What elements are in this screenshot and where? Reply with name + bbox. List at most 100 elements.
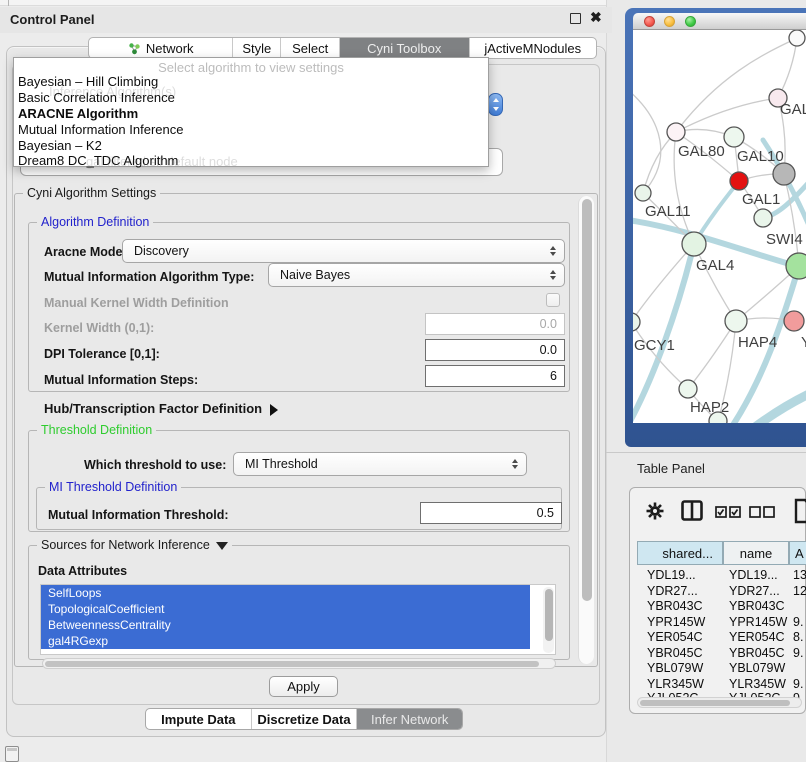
which-threshold-combo[interactable]: MI Threshold — [233, 452, 527, 476]
sources-toggle[interactable]: Sources for Network Inference — [37, 538, 232, 552]
select-all-checkboxes-icon[interactable] — [715, 506, 741, 518]
table-row[interactable]: YER054CYER054C8. — [638, 629, 806, 645]
dropdown-item-aracne[interactable]: ARACNE Algorithm — [18, 106, 138, 121]
network-node[interactable] — [789, 30, 805, 46]
network-node[interactable] — [786, 253, 806, 279]
table-row[interactable]: YBR045CYBR045C9. — [638, 645, 806, 661]
list-horizontal-scrollbar[interactable] — [42, 658, 556, 669]
node-label: GAL — [780, 101, 806, 118]
network-window-titlebar[interactable] — [633, 13, 806, 30]
gear-icon[interactable] — [646, 502, 664, 520]
tab-network[interactable]: Network — [89, 38, 233, 58]
tab-cyni-toolbox[interactable]: Cyni Toolbox — [340, 38, 469, 58]
cell: YER054C — [729, 630, 785, 644]
dropdown-item[interactable]: Bayesian – K2 — [18, 138, 102, 153]
table-row[interactable]: YDL19...YDL19...13 — [638, 567, 806, 583]
column-header-label: A — [795, 546, 804, 561]
columns-icon[interactable] — [681, 500, 703, 521]
close-icon[interactable]: ✖ — [590, 9, 602, 26]
which-threshold-label: Which threshold to use: — [84, 458, 226, 472]
table-row[interactable]: YLR345WYLR345W9. — [638, 676, 806, 692]
aracne-mode-combo[interactable]: Discovery — [122, 239, 565, 263]
tab-style[interactable]: Style — [233, 38, 281, 58]
mi-steps-field[interactable]: 6 — [425, 365, 565, 387]
network-node[interactable] — [784, 311, 804, 331]
screen: Control Panel ✖ Network Style Select Cyn… — [0, 0, 806, 762]
kernel-width-field[interactable]: 0.0 — [425, 313, 565, 335]
network-canvas[interactable]: GALGAL80GAL10GAL1GAL11SWI4GAL4HAP4YGCY1H… — [633, 30, 806, 423]
network-node[interactable] — [667, 123, 685, 141]
document-icon[interactable] — [794, 498, 806, 524]
list-item[interactable]: gal4RGexp — [41, 633, 530, 649]
expand-arrow-icon[interactable] — [270, 404, 278, 416]
cell: YPR145W — [729, 615, 787, 629]
table-row[interactable]: YPR145WYPR145W9. — [638, 614, 806, 630]
cell: 13 — [793, 568, 806, 582]
float-window-icon[interactable] — [570, 13, 581, 24]
mi-threshold-field[interactable]: 0.5 — [420, 502, 562, 524]
network-node[interactable] — [682, 232, 706, 256]
aracne-mode-label: Aracne Mode: — [44, 245, 127, 259]
cell: YER054C — [647, 630, 703, 644]
network-node[interactable] — [725, 310, 747, 332]
network-node[interactable] — [754, 209, 772, 227]
network-node[interactable] — [724, 127, 744, 147]
ghost-text-bottom: gal filtered.sif default node — [86, 154, 238, 169]
tab-infer-network[interactable]: Infer Network — [357, 709, 462, 729]
control-panel-title: Control Panel — [10, 12, 95, 27]
close-traffic-light[interactable] — [644, 16, 655, 27]
cell: YBR045C — [647, 646, 703, 660]
scrollbar-thumb[interactable] — [545, 589, 553, 641]
network-node[interactable] — [635, 185, 651, 201]
mi-threshold-label: Mutual Information Threshold: — [48, 508, 229, 522]
table-row[interactable]: YBL079WYBL079W — [638, 660, 806, 676]
scrollbar-thumb[interactable] — [640, 700, 790, 706]
apply-button[interactable]: Apply — [269, 676, 338, 697]
settings-vertical-scrollbar[interactable] — [578, 196, 594, 664]
column-header-partial[interactable]: A — [789, 541, 806, 565]
manual-kernel-checkbox[interactable] — [546, 293, 560, 307]
scrollbar-thumb[interactable] — [582, 199, 592, 601]
table-horizontal-scrollbar[interactable] — [637, 697, 802, 708]
list-item[interactable]: BetweennessCentrality — [41, 617, 530, 633]
dock-window-icon[interactable] — [5, 746, 19, 762]
list-item[interactable]: TopologicalCoefficient — [41, 601, 530, 617]
list-vertical-scrollbar[interactable] — [543, 587, 554, 653]
mi-steps-label: Mutual Information Steps: — [44, 373, 198, 387]
column-header-shared[interactable]: shared... — [637, 541, 723, 565]
network-node[interactable] — [633, 313, 640, 331]
cell: YBL079W — [647, 661, 703, 675]
minimize-traffic-light[interactable] — [664, 16, 675, 27]
tab-select[interactable]: Select — [281, 38, 340, 58]
data-attributes-list: SelfLoops TopologicalCoefficient Between… — [40, 584, 556, 655]
list-item[interactable]: SelfLoops — [41, 585, 530, 601]
tab-impute-data[interactable]: Impute Data — [146, 709, 252, 729]
network-node[interactable] — [679, 380, 697, 398]
node-label: Y — [801, 334, 806, 351]
network-window[interactable]: GALGAL80GAL10GAL1GAL11SWI4GAL4HAP4YGCY1H… — [625, 8, 806, 447]
hub-section-label: Hub/Transcription Factor Definition — [44, 401, 262, 416]
dropdown-item[interactable]: Mutual Information Inference — [18, 122, 183, 137]
cell: 9. — [793, 646, 803, 660]
dpi-tolerance-field[interactable]: 0.0 — [425, 339, 565, 361]
network-node[interactable] — [773, 163, 795, 185]
control-panel-tabs: Network Style Select Cyni Toolbox jActiv… — [88, 37, 597, 59]
cell: YDR27... — [729, 584, 780, 598]
tab-jactivemnodules[interactable]: jActiveMNodules — [470, 38, 597, 58]
collapse-arrow-icon[interactable] — [216, 542, 228, 550]
network-node[interactable] — [730, 172, 748, 190]
combo-spinner-fragment[interactable] — [488, 93, 503, 116]
dropdown-placeholder: Select algorithm to view settings — [14, 60, 488, 75]
table-row[interactable]: YBR043CYBR043C — [638, 598, 806, 614]
deselect-all-checkboxes-icon[interactable] — [749, 506, 775, 518]
column-header-name[interactable]: name — [723, 541, 789, 565]
tab-discretize-data[interactable]: Discretize Data — [252, 709, 358, 729]
cell: 12 — [793, 584, 806, 598]
node-label: GAL10 — [737, 148, 784, 165]
cell: YBR043C — [729, 599, 785, 613]
zoom-traffic-light[interactable] — [685, 16, 696, 27]
mi-type-combo[interactable]: Naive Bayes — [268, 263, 565, 287]
table-row[interactable]: YDR27...YDR27...12 — [638, 583, 806, 599]
hub-section-toggle[interactable]: Hub/Transcription Factor Definition — [44, 401, 278, 416]
scrollbar-thumb[interactable] — [45, 661, 539, 667]
